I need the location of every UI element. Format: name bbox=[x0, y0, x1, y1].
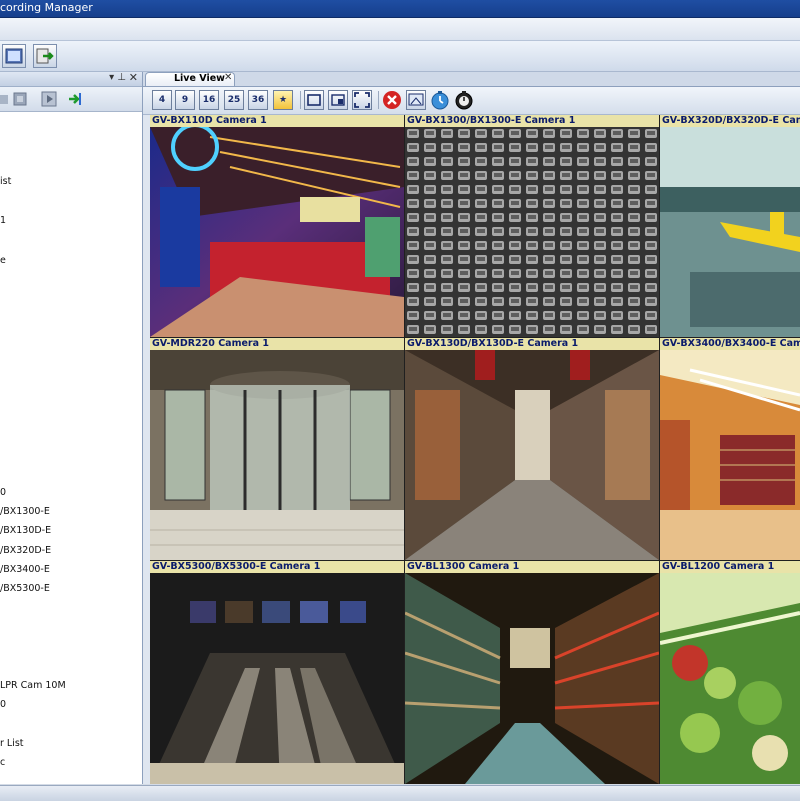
live-view-toolbar: 4 9 16 25 36 ★ bbox=[143, 87, 800, 115]
camera-title: GV-BX1300/BX1300-E Camera 1 bbox=[405, 115, 659, 127]
title-bar: cording Manager bbox=[0, 0, 800, 18]
left-pane: ▾ ⊥ ✕ ist 1 e 0/BX1300-E/BX130D-E/BX320D-E /… bbox=[0, 71, 143, 784]
layout-25-button[interactable]: 25 bbox=[224, 90, 244, 110]
camera-feed-image bbox=[405, 573, 659, 784]
camera-title: GV-BL1300 Camera 1 bbox=[405, 561, 659, 573]
live-view-area: Live View ✕ 4 9 16 25 36 ★ GV-BX110D Cam… bbox=[143, 72, 800, 784]
play-icon[interactable] bbox=[40, 90, 58, 108]
camera-feed-image bbox=[150, 573, 404, 784]
favorite-icon[interactable]: ★ bbox=[273, 90, 293, 110]
status-bar bbox=[0, 785, 800, 801]
tree-item[interactable]: r List bbox=[0, 738, 24, 749]
stopwatch-icon[interactable] bbox=[454, 90, 474, 110]
tree-item[interactable]: 0 bbox=[0, 487, 6, 498]
toolbar-divider bbox=[300, 91, 301, 109]
camera-title: GV-BX320D/BX320D-E Camera 1 bbox=[660, 115, 800, 127]
tree-item[interactable]: 0 bbox=[0, 699, 6, 710]
camera-view-6[interactable]: GV-BX3400/BX3400-E Camera 1 bbox=[660, 338, 800, 560]
tree-item[interactable]: c bbox=[0, 757, 5, 768]
camera-view-5[interactable]: GV-BX130D/BX130D-E Camera 1 bbox=[405, 338, 659, 560]
tab-strip: Live View ✕ bbox=[143, 72, 800, 87]
main-toolbar bbox=[0, 41, 800, 72]
tree-item[interactable]: /BX5300-E bbox=[0, 583, 50, 594]
camera-feed-image bbox=[405, 127, 659, 337]
layout-4-button[interactable]: 4 bbox=[152, 90, 172, 110]
window-title: cording Manager bbox=[0, 1, 93, 14]
camera-feed-image bbox=[660, 350, 800, 560]
layout-16-button[interactable]: 16 bbox=[199, 90, 219, 110]
layout-9-button[interactable]: 9 bbox=[175, 90, 195, 110]
camera-view-9[interactable]: GV-BL1200 Camera 1 bbox=[660, 561, 800, 784]
camera-title: GV-BX5300/BX5300-E Camera 1 bbox=[150, 561, 404, 573]
tree-item[interactable]: LPR Cam 10M bbox=[0, 680, 66, 691]
image-adjust-icon[interactable] bbox=[406, 90, 426, 110]
tree-item[interactable]: e bbox=[0, 255, 6, 266]
camera-feed-image bbox=[405, 350, 659, 560]
tree-item[interactable]: /BX3400-E bbox=[0, 564, 50, 575]
layout-36-button[interactable]: 36 bbox=[248, 90, 268, 110]
camera-title: GV-MDR220 Camera 1 bbox=[150, 338, 404, 350]
picture-in-picture-icon[interactable] bbox=[328, 90, 348, 110]
fullscreen-icon[interactable] bbox=[352, 90, 372, 110]
camera-title: GV-BX110D Camera 1 bbox=[150, 115, 404, 127]
main-window-button[interactable] bbox=[2, 44, 26, 68]
camera-feed-image bbox=[660, 573, 800, 784]
left-pane-header: ▾ ⊥ ✕ bbox=[0, 71, 142, 87]
tree-item[interactable]: /BX320D-E bbox=[0, 545, 51, 556]
tab-close-icon[interactable]: ✕ bbox=[224, 72, 232, 83]
single-view-icon[interactable] bbox=[304, 90, 324, 110]
camera-view-8[interactable]: GV-BL1300 Camera 1 bbox=[405, 561, 659, 784]
add-icon[interactable] bbox=[0, 90, 10, 108]
camera-view-1[interactable]: GV-BX110D Camera 1 bbox=[150, 115, 404, 337]
left-pane-toolbar bbox=[0, 87, 142, 112]
tree-item[interactable]: 1 bbox=[0, 215, 6, 226]
pin-icon[interactable]: ▾ ⊥ bbox=[109, 72, 126, 83]
refresh-icon[interactable] bbox=[66, 90, 84, 108]
toolbar-divider bbox=[378, 91, 379, 109]
camera-feed-image bbox=[150, 127, 404, 337]
stop-icon[interactable] bbox=[382, 90, 402, 110]
camera-title: GV-BX130D/BX130D-E Camera 1 bbox=[405, 338, 659, 350]
camera-view-7[interactable]: GV-BX5300/BX5300-E Camera 1 bbox=[150, 561, 404, 784]
close-icon[interactable]: ✕ bbox=[129, 71, 138, 84]
camera-title: GV-BX3400/BX3400-E Camera 1 bbox=[660, 338, 800, 350]
tree-item[interactable]: /BX1300-E bbox=[0, 506, 50, 517]
camera-view-3[interactable]: GV-BX320D/BX320D-E Camera 1 bbox=[660, 115, 800, 337]
tab-live-view[interactable]: Live View ✕ bbox=[145, 72, 235, 86]
tree-item[interactable]: /BX130D-E bbox=[0, 525, 51, 536]
camera-grid: GV-BX110D Camera 1 GV-BX1300/BX1300-E Ca… bbox=[150, 115, 800, 784]
camera-view-4[interactable]: GV-MDR220 Camera 1 bbox=[150, 338, 404, 560]
camera-feed-image bbox=[150, 350, 404, 560]
menu-bar bbox=[0, 18, 800, 41]
camera-view-2[interactable]: GV-BX1300/BX1300-E Camera 1 bbox=[405, 115, 659, 337]
tree-item[interactable]: ist bbox=[0, 176, 11, 187]
camera-title: GV-BL1200 Camera 1 bbox=[660, 561, 800, 573]
export-icon[interactable] bbox=[33, 44, 57, 68]
camera-feed-image bbox=[660, 127, 800, 337]
timer-icon[interactable] bbox=[430, 90, 450, 110]
device-icon[interactable] bbox=[12, 90, 30, 108]
tab-live-view-label: Live View bbox=[174, 73, 225, 84]
